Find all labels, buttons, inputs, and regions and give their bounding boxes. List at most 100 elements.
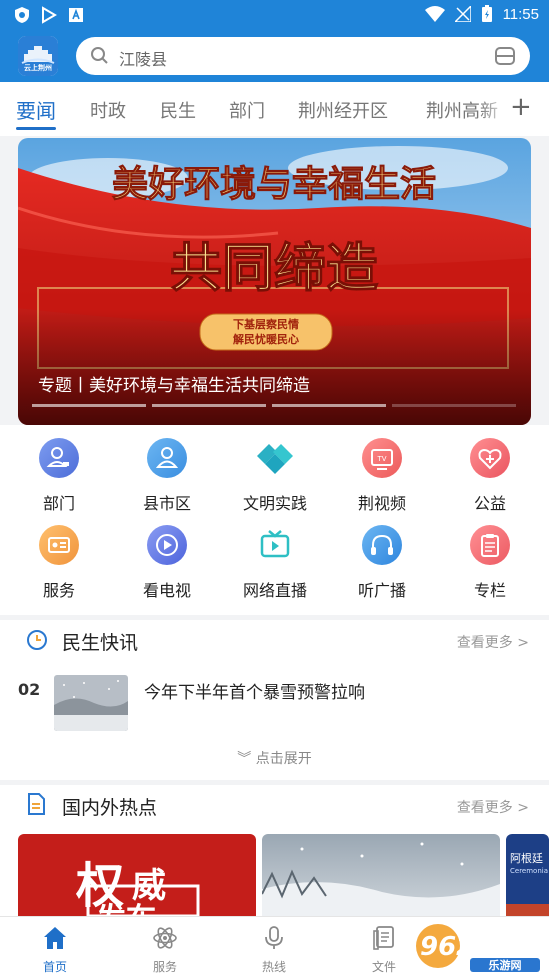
- carousel-dot: [32, 404, 146, 407]
- app-header: 云上荆州 江陵县: [0, 30, 549, 82]
- tab-fade: [480, 82, 510, 136]
- carousel-dot-active: [392, 404, 516, 407]
- clock-icon: [27, 630, 47, 650]
- section-title: 民生快讯: [62, 632, 139, 654]
- play-store-icon: [42, 6, 57, 24]
- hotspot-card[interactable]: 阿根廷 Ceremonia: [506, 834, 549, 916]
- shortcut-department[interactable]: 部门: [9, 438, 109, 514]
- expand-button[interactable]: ︾ 点击展开: [0, 748, 549, 768]
- shortcut-radio[interactable]: 听广播: [332, 525, 432, 601]
- scan-icon[interactable]: [494, 45, 516, 67]
- hotspots-section: 国内外热点 查看更多 > 权 威 发布 阿根廷 Ceremonia: [0, 785, 549, 916]
- tab-departments[interactable]: 部门: [229, 97, 265, 123]
- play-icon: [147, 525, 187, 565]
- site-watermark: 962.NET 乐游网: [412, 922, 547, 974]
- active-tab-indicator: [16, 127, 56, 130]
- news-thumbnail: [54, 675, 128, 731]
- document-icon: [373, 926, 394, 950]
- card-subtitle: Ceremonia: [510, 867, 548, 875]
- shortcut-grid: 部门 县市区 文明实践 TV 荆视频 公益 服务 看电视 网络直播 听广播 专栏: [0, 425, 549, 615]
- shortcut-charity[interactable]: 公益: [440, 438, 540, 514]
- service-icon: [39, 525, 79, 565]
- nav-label: 服务: [152, 960, 177, 974]
- watermark-sub-text: 乐游网: [489, 958, 522, 972]
- carousel-indicators: [32, 404, 516, 407]
- expand-label: 点击展开: [255, 751, 312, 767]
- shortcut-civilization[interactable]: 文明实践: [225, 438, 325, 514]
- shortcut-label: 服务: [42, 581, 75, 600]
- banner-stamp-1: 下基层察民情: [233, 317, 299, 331]
- add-channel-icon[interactable]: +: [510, 92, 532, 122]
- shortcut-label: 公益: [473, 494, 506, 513]
- svg-text:TV: TV: [376, 455, 386, 463]
- app-logo[interactable]: 云上荆州: [18, 36, 58, 76]
- shortcut-county[interactable]: 县市区: [117, 438, 217, 514]
- atom-icon: [153, 927, 177, 949]
- chevron-down-icon: ︾: [237, 751, 252, 767]
- shortcut-label: 文明实践: [242, 494, 307, 513]
- carousel-dot: [272, 404, 386, 407]
- column-icon: [470, 525, 510, 565]
- document-icon: [28, 793, 45, 815]
- tab-politics[interactable]: 时政: [90, 97, 126, 123]
- tab-economic-zone[interactable]: 荆州经开区: [298, 97, 388, 123]
- banner-headline-2: 共同缔造: [170, 238, 378, 299]
- nav-service[interactable]: 服务: [125, 925, 205, 975]
- livelihood-section: 民生快讯 查看更多 > 02 今年下半年首个暴雪预警拉响 ︾ 点击展开: [0, 620, 549, 780]
- banner-headline-1: 美好环境与幸福生活: [112, 163, 436, 205]
- shortcut-live[interactable]: 网络直播: [225, 525, 325, 601]
- news-title: 今年下半年首个暴雪预警拉响: [144, 683, 365, 703]
- shortcut-label: 听广播: [357, 581, 406, 600]
- search-icon: [91, 47, 108, 64]
- search-bar[interactable]: 江陵县: [76, 37, 530, 75]
- shortcut-label: 荆视频: [357, 494, 406, 513]
- view-more-link[interactable]: 查看更多 >: [457, 632, 529, 652]
- card-headline: 阿根廷: [510, 852, 543, 865]
- section-title: 国内外热点: [62, 797, 158, 819]
- carousel-dot: [152, 404, 266, 407]
- nav-hotline[interactable]: 热线: [234, 925, 314, 975]
- shield-icon: [15, 7, 29, 23]
- shortcut-label: 网络直播: [242, 581, 307, 600]
- wifi-icon: [424, 6, 445, 22]
- card-headline: 发布: [96, 894, 156, 916]
- microphone-icon: [265, 926, 283, 949]
- view-more-link[interactable]: 查看更多 >: [457, 797, 529, 817]
- tab-news[interactable]: 要闻: [16, 95, 56, 124]
- news-rank: 02: [18, 680, 41, 699]
- nav-home[interactable]: 首页: [15, 925, 95, 975]
- shortcut-label: 县市区: [142, 494, 191, 513]
- handshake-icon: [255, 438, 295, 478]
- hotspot-card[interactable]: [262, 834, 500, 916]
- watermark-main-text: 962.NET: [420, 932, 544, 962]
- shortcut-label: 部门: [42, 494, 75, 513]
- battery-icon: [481, 5, 492, 22]
- department-icon: [39, 438, 79, 478]
- headphones-icon: [362, 525, 402, 565]
- logo-text: 云上荆州: [24, 64, 52, 72]
- nav-label: 首页: [42, 960, 67, 974]
- nav-label: 热线: [261, 960, 286, 974]
- status-bar: 11:55: [0, 0, 549, 30]
- signal-off-icon: [454, 6, 471, 22]
- home-icon: [44, 927, 66, 949]
- banner-carousel[interactable]: 美好环境与幸福生活 共同缔造 下基层察民情 解民忧暖民心 专题丨美好环境与幸福生…: [18, 138, 531, 425]
- channel-tabs: 要闻 时政 民生 部门 荆州经开区 荆州高新 +: [0, 82, 549, 136]
- clock: 11:55: [502, 5, 539, 23]
- banner-caption: 专题丨美好环境与幸福生活共同缔造: [38, 376, 310, 396]
- shortcut-label: 专栏: [473, 581, 506, 600]
- font-a-icon: [69, 8, 83, 22]
- county-icon: [147, 438, 187, 478]
- tab-livelihood[interactable]: 民生: [160, 97, 196, 123]
- shortcut-service[interactable]: 服务: [9, 525, 109, 601]
- charity-icon: [470, 438, 510, 478]
- shortcut-watch-tv[interactable]: 看电视: [117, 525, 217, 601]
- shortcut-jing-video[interactable]: TV 荆视频: [332, 438, 432, 514]
- banner-stamp-2: 解民忧暖民心: [233, 332, 299, 346]
- shortcut-label: 看电视: [142, 581, 191, 600]
- live-icon: [255, 525, 295, 565]
- hotspot-card[interactable]: 权 威 发布: [18, 834, 256, 916]
- shortcut-column[interactable]: 专栏: [440, 525, 540, 601]
- search-input[interactable]: 江陵县: [119, 46, 167, 70]
- watermark-logo: 962.NET 乐游网: [416, 924, 544, 972]
